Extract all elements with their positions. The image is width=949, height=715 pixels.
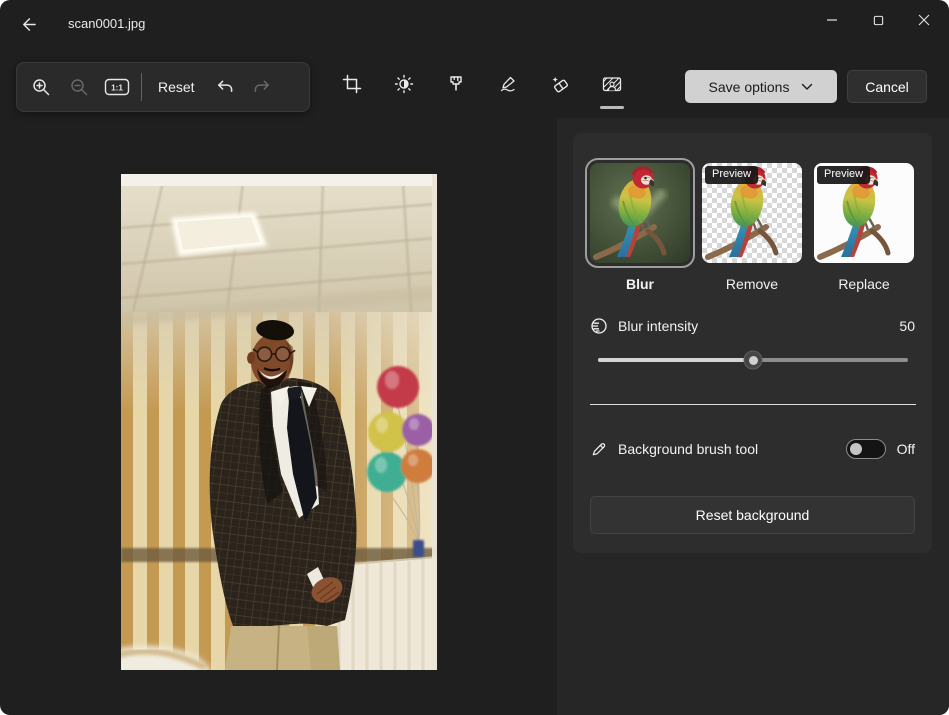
- blur-intensity-fill: [598, 358, 753, 362]
- background-panel: Preview Preview Blur Remove Replace Blur…: [573, 133, 932, 553]
- title-bar: scan0001.jpg: [0, 0, 949, 48]
- zoom-in-button[interactable]: [22, 69, 60, 105]
- tool-crop[interactable]: [332, 62, 372, 106]
- window-controls: [809, 0, 947, 40]
- zoom-out-button[interactable]: [60, 69, 98, 105]
- brush-tool-state: Off: [897, 441, 915, 457]
- zoom-in-icon: [31, 77, 51, 97]
- brightness-icon: [394, 74, 414, 94]
- photo-illustration: [121, 174, 437, 670]
- blur-intensity-label: Blur intensity: [618, 318, 698, 334]
- active-tool-indicator: [600, 106, 624, 109]
- reset-background-button[interactable]: Reset background: [590, 496, 915, 534]
- panel-divider: [590, 404, 916, 405]
- svg-text:1:1: 1:1: [111, 84, 123, 93]
- blur-intensity-slider[interactable]: [598, 350, 908, 370]
- minimize-button[interactable]: [809, 0, 855, 40]
- maximize-icon: [873, 15, 884, 26]
- edit-tools-bar: [332, 62, 632, 106]
- mode-tile-replace[interactable]: Preview: [814, 163, 914, 263]
- save-options-label: Save options: [709, 79, 790, 95]
- background-icon: [601, 74, 623, 94]
- save-options-button[interactable]: Save options: [685, 70, 837, 103]
- chevron-down-icon: [801, 83, 813, 91]
- view-toolbar: 1:1 Reset: [16, 62, 310, 112]
- pencil-icon: [590, 441, 607, 458]
- toggle-knob: [850, 443, 862, 455]
- tool-background[interactable]: [592, 62, 632, 106]
- window-title: scan0001.jpg: [68, 16, 145, 31]
- mode-tile-remove[interactable]: Preview: [702, 163, 802, 263]
- reset-button[interactable]: Reset: [147, 69, 206, 105]
- zoom-out-icon: [69, 77, 89, 97]
- undo-icon: [215, 78, 234, 97]
- eraser-sparkle-icon: [550, 74, 570, 94]
- back-button[interactable]: [13, 11, 43, 37]
- mode-label-replace: Replace: [814, 276, 914, 292]
- redo-icon: [253, 78, 272, 97]
- tool-markup[interactable]: [488, 62, 528, 106]
- toolbar-divider: [141, 73, 142, 101]
- blur-intensity-handle[interactable]: [744, 351, 763, 370]
- brush-tool-row: Background brush tool Off: [590, 436, 915, 462]
- minimize-icon: [826, 14, 838, 26]
- pen-squiggle-icon: [498, 74, 518, 94]
- crop-icon: [342, 74, 362, 94]
- paint-brush-icon: [446, 74, 466, 94]
- preview-badge: Preview: [705, 166, 758, 184]
- mode-label-blur: Blur: [590, 276, 690, 292]
- mode-label-remove: Remove: [702, 276, 802, 292]
- maximize-button[interactable]: [855, 0, 901, 40]
- undo-button[interactable]: [206, 69, 244, 105]
- blur-preview-thumbnail: [590, 163, 690, 263]
- tool-adjustment[interactable]: [384, 62, 424, 106]
- canvas-photo[interactable]: [121, 174, 437, 670]
- photos-editor-window: scan0001.jpg 1:1 Reset: [0, 0, 949, 715]
- blur-intensity-value: 50: [899, 318, 915, 334]
- blur-intensity-row: Blur intensity 50: [590, 316, 915, 336]
- redo-button[interactable]: [244, 69, 282, 105]
- cancel-button[interactable]: Cancel: [847, 70, 927, 103]
- tool-erase[interactable]: [540, 62, 580, 106]
- brush-tool-toggle[interactable]: [846, 439, 886, 459]
- tool-filter[interactable]: [436, 62, 476, 106]
- close-button[interactable]: [901, 0, 947, 40]
- blur-intensity-icon: [590, 317, 608, 335]
- preview-badge: Preview: [817, 166, 870, 184]
- mode-tile-blur[interactable]: [590, 163, 690, 263]
- one-to-one-icon: 1:1: [104, 77, 130, 97]
- close-icon: [918, 14, 930, 26]
- arrow-left-icon: [20, 16, 37, 33]
- brush-tool-label: Background brush tool: [618, 441, 758, 457]
- actual-size-button[interactable]: 1:1: [98, 69, 136, 105]
